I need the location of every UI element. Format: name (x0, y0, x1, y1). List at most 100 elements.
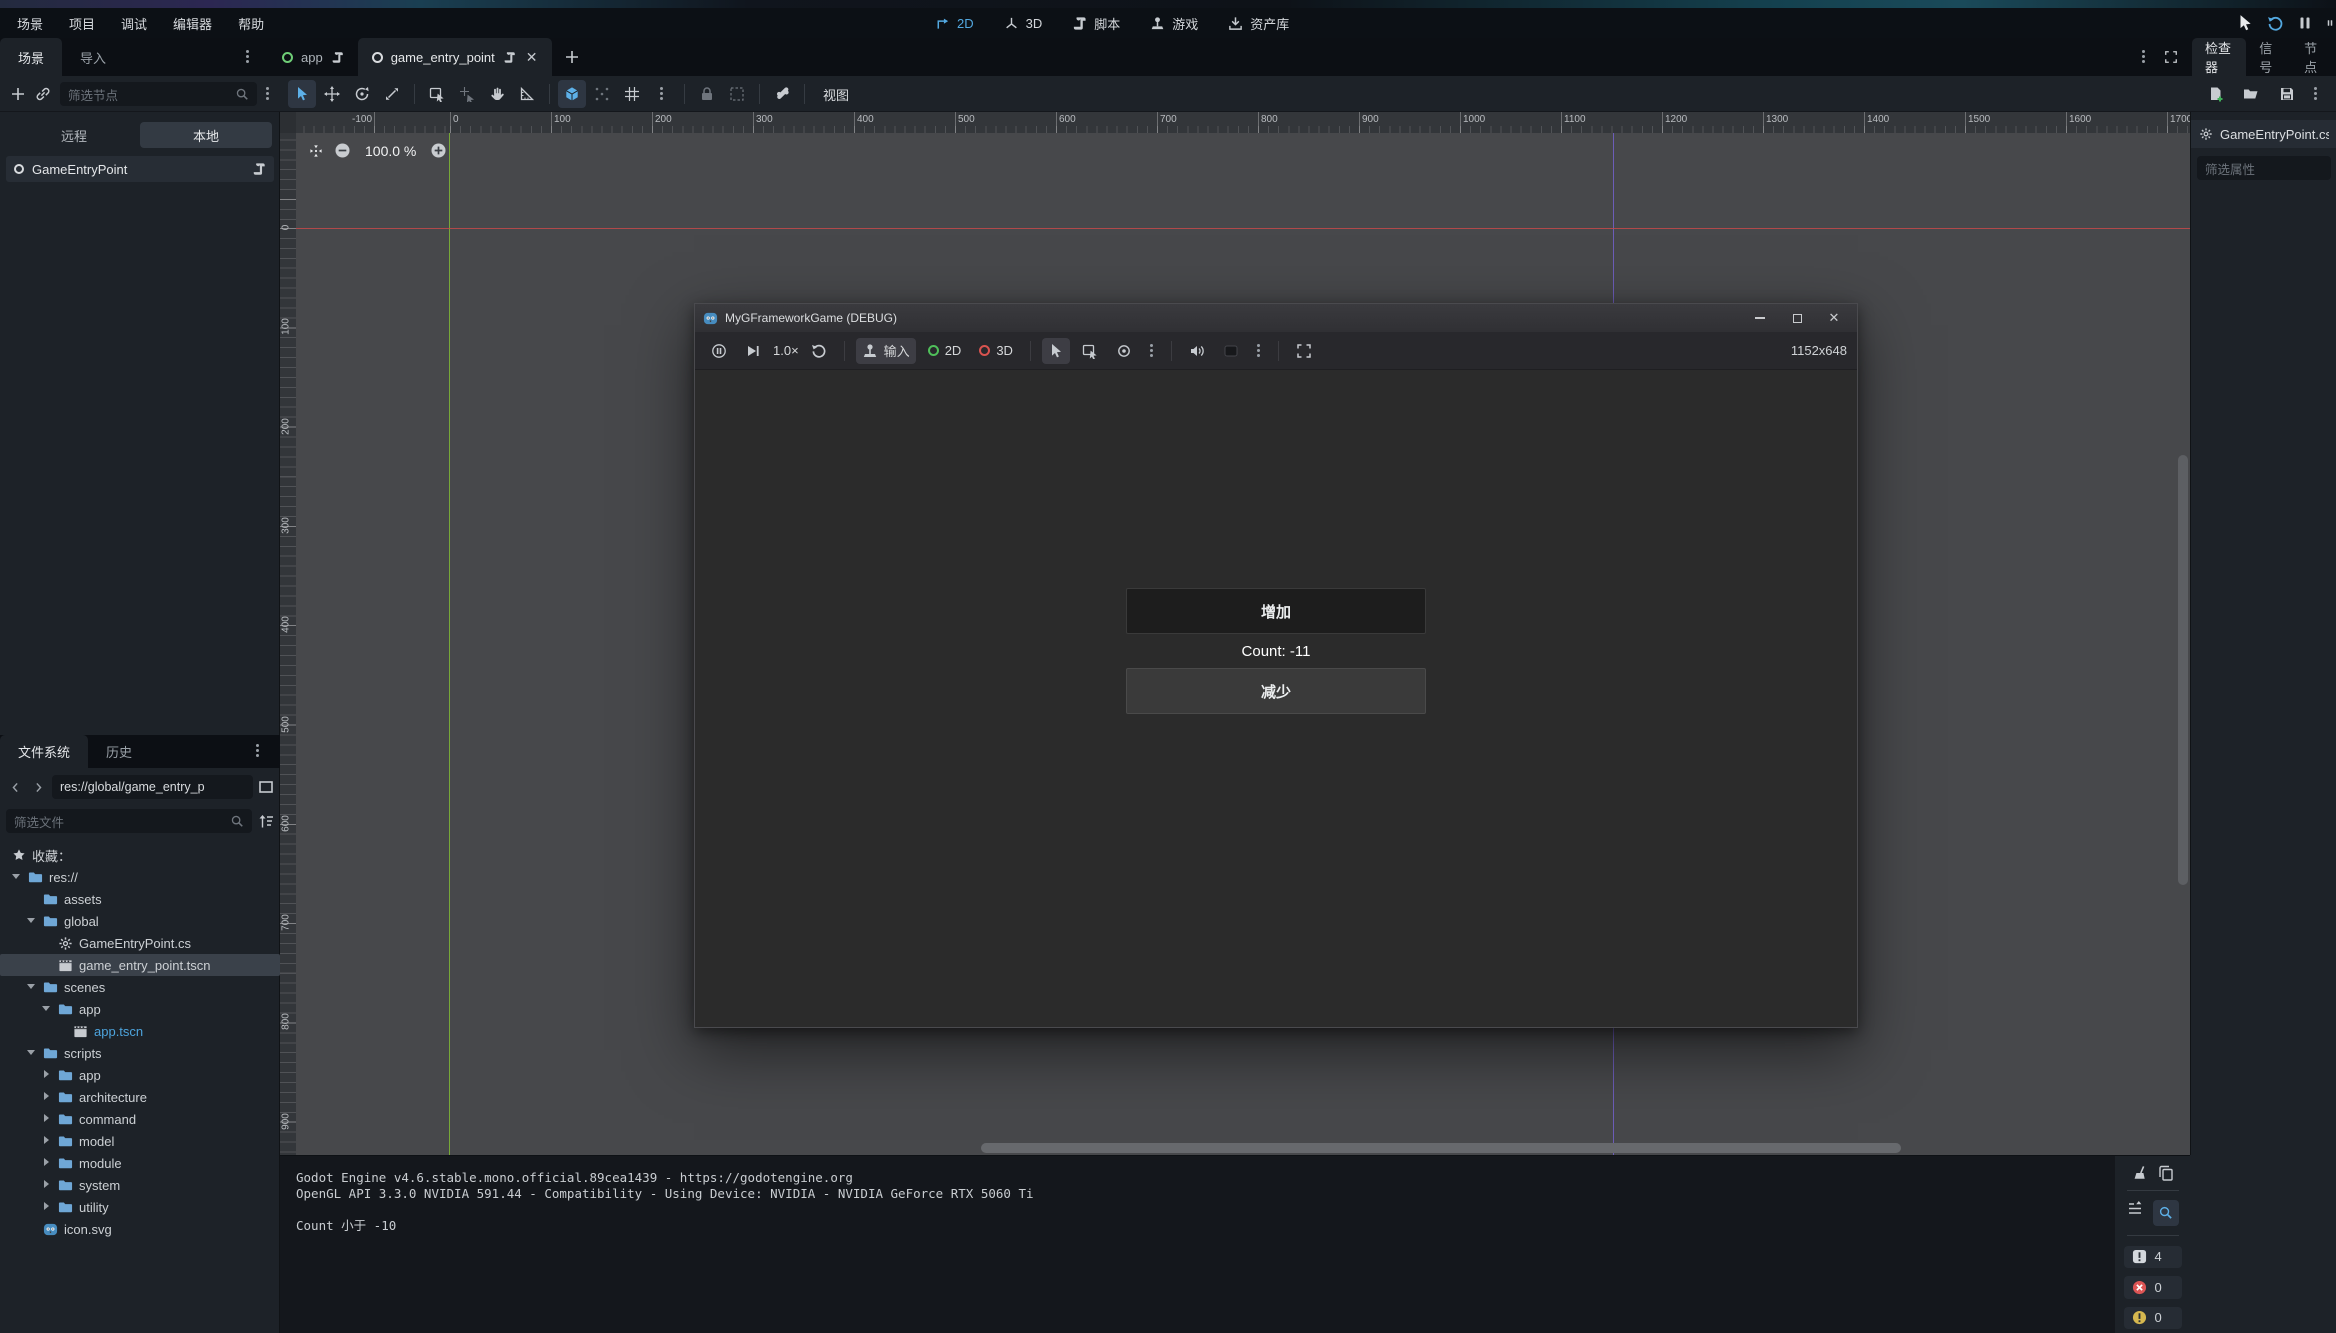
pan-tool-button[interactable] (483, 80, 511, 108)
path-field[interactable]: res://global/game_entry_p (52, 775, 253, 799)
chevron-down-icon[interactable] (25, 981, 37, 993)
chevron-right-icon[interactable] (40, 1201, 52, 1213)
chevron-right-icon[interactable] (40, 1157, 52, 1169)
rotate-tool-button[interactable] (348, 80, 376, 108)
restart-button[interactable] (2267, 15, 2284, 32)
chevron-down-icon[interactable] (25, 915, 37, 927)
file-tree-item[interactable]: app (0, 998, 280, 1020)
inspector-node-row[interactable]: GameEntryPoint.cs (2191, 120, 2336, 148)
scene-tree-menu-icon[interactable] (266, 86, 270, 102)
grid-snap-button[interactable] (588, 80, 616, 108)
tab-list-icon[interactable] (2142, 49, 2146, 65)
filter-nodes-input[interactable]: 筛选节点 (60, 82, 257, 106)
file-tree-item[interactable]: model (0, 1130, 280, 1152)
scene-tab-game-entry-point[interactable]: game_entry_point ✕ (358, 38, 552, 76)
expand-viewport-icon[interactable] (2164, 50, 2178, 64)
menu-scene[interactable]: 场景 (4, 14, 56, 33)
collapse-output-icon[interactable] (2127, 1200, 2143, 1216)
reset-speed-button[interactable] (805, 338, 833, 364)
chevron-down-icon[interactable] (10, 871, 22, 883)
workspace-脚本[interactable]: 脚本 (1072, 14, 1120, 33)
scene-tab-app[interactable]: app (268, 38, 358, 76)
file-tree-item[interactable]: GameEntryPoint.cs (0, 932, 280, 954)
clear-output-icon[interactable] (2132, 1165, 2148, 1181)
minimize-button[interactable] (1745, 307, 1775, 329)
workspace-游戏[interactable]: 游戏 (1150, 14, 1198, 33)
tab-signals[interactable]: 信号 (2246, 38, 2291, 76)
file-tree-item[interactable]: scenes (0, 976, 280, 998)
chevron-right-icon[interactable] (40, 1091, 52, 1103)
maximize-button[interactable] (1782, 307, 1812, 329)
chevron-down-icon[interactable] (40, 1003, 52, 1015)
tab-scene-dock[interactable]: 场景 (0, 38, 62, 76)
tab-node[interactable]: 节点 (2291, 38, 2336, 76)
lock-button[interactable] (693, 80, 721, 108)
menu-help[interactable]: 帮助 (225, 14, 277, 33)
next-frame-button[interactable] (739, 338, 767, 364)
scale-tool-button[interactable] (378, 80, 406, 108)
load-resource-icon[interactable] (2243, 86, 2259, 102)
warning-count-badge[interactable]: 0 (2124, 1307, 2182, 1329)
filesystem-menu-icon[interactable] (256, 743, 260, 759)
decrease-button[interactable]: 减少 (1126, 668, 1426, 714)
move-tool-button[interactable] (318, 80, 346, 108)
file-tree-item[interactable]: architecture (0, 1086, 280, 1108)
tab-inspector[interactable]: 检查器 (2192, 38, 2246, 76)
workspace-3d[interactable]: 3D (1004, 16, 1043, 31)
camera-override-button[interactable] (1110, 338, 1138, 364)
game-window-titlebar[interactable]: MyGFrameworkGame (DEBUG) ✕ (695, 304, 1857, 332)
file-tree-item[interactable]: system (0, 1174, 280, 1196)
group-button[interactable] (723, 80, 751, 108)
select-tool-button[interactable] (288, 80, 316, 108)
suspend-button[interactable] (705, 338, 733, 364)
attached-script-icon[interactable] (252, 162, 266, 176)
hscroll-thumb[interactable] (981, 1143, 1901, 1153)
file-tree-item[interactable]: scripts (0, 1042, 280, 1064)
inspector-menu-icon[interactable] (2314, 86, 2318, 102)
mode-2d-button[interactable]: 2D (922, 338, 968, 364)
new-resource-icon[interactable] (2208, 86, 2224, 102)
file-tree-item[interactable]: res:// (0, 866, 280, 888)
copy-output-icon[interactable] (2158, 1165, 2174, 1181)
debug-overlay-button[interactable] (1217, 338, 1245, 364)
vertical-scrollbar[interactable] (2178, 133, 2188, 1139)
dock-options-icon[interactable] (246, 49, 250, 65)
chevron-right-icon[interactable] (40, 1069, 52, 1081)
file-tree-item[interactable]: app.tscn (0, 1020, 280, 1042)
menu-debug[interactable]: 调试 (108, 14, 160, 33)
tab-import-dock[interactable]: 导入 (62, 38, 124, 76)
tab-filesystem[interactable]: 文件系统 (0, 735, 88, 768)
chevron-down-icon[interactable] (25, 1047, 37, 1059)
list-select-button[interactable] (423, 80, 451, 108)
scene-tree-root-node[interactable]: GameEntryPoint (6, 156, 274, 182)
file-tree-item[interactable]: game_entry_point.tscn (0, 954, 280, 976)
pause-button[interactable] (2297, 15, 2313, 31)
zoom-in-button[interactable] (430, 142, 447, 159)
message-count-badge[interactable]: 4 (2124, 1246, 2182, 1268)
more-options-button[interactable] (1251, 338, 1267, 364)
stop-button[interactable] (2326, 15, 2334, 31)
input-mode-button[interactable]: 输入 (856, 338, 916, 364)
error-count-badge[interactable]: 0 (2124, 1276, 2182, 1298)
workspace-2d[interactable]: 2D (935, 16, 974, 31)
file-tree-item[interactable]: icon.svg (0, 1218, 280, 1240)
increase-button[interactable]: 增加 (1126, 588, 1426, 634)
game-list-select-button[interactable] (1076, 338, 1104, 364)
instance-scene-button[interactable] (35, 86, 51, 102)
grid-toggle-button[interactable] (618, 80, 646, 108)
tab-history[interactable]: 历史 (88, 735, 150, 768)
position-select-button[interactable] (453, 80, 481, 108)
workspace-资产库[interactable]: 资产库 (1228, 14, 1289, 33)
forward-icon[interactable] (29, 775, 47, 799)
zoom-out-button[interactable] (334, 142, 351, 159)
back-icon[interactable] (6, 775, 24, 799)
sort-files-icon[interactable] (258, 813, 274, 829)
vscroll-thumb[interactable] (2178, 455, 2188, 885)
split-view-icon[interactable] (258, 779, 274, 795)
output-console[interactable]: Godot Engine v4.6.stable.mono.official.8… (280, 1155, 2115, 1333)
file-tree-item[interactable]: global (0, 910, 280, 932)
search-output-button[interactable] (2153, 1200, 2179, 1226)
smart-snap-button[interactable] (558, 80, 586, 108)
close-tab-icon[interactable]: ✕ (526, 49, 538, 66)
game-debug-window[interactable]: MyGFrameworkGame (DEBUG) ✕ 1.0× 输入 2D 3D (694, 303, 1858, 1028)
